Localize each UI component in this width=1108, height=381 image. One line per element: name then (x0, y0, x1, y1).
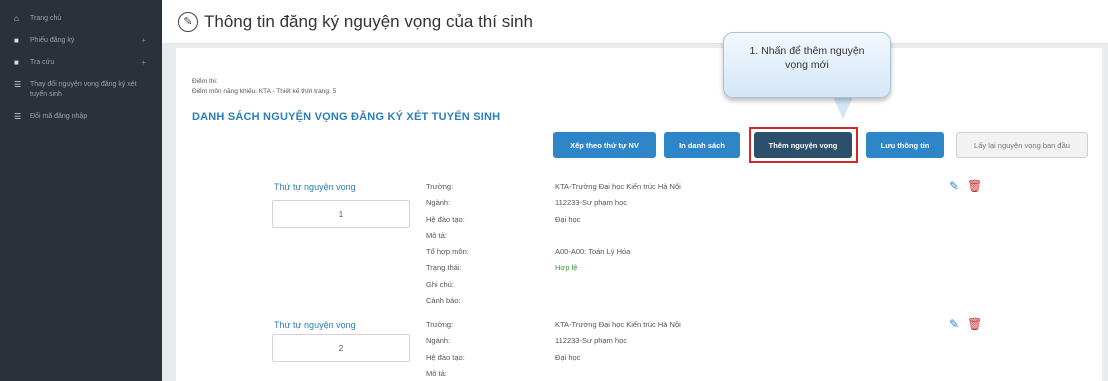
sidebar-item-home[interactable]: ⌂ Trang chủ (0, 8, 162, 30)
field-label: Hệ đào tạo: (426, 352, 465, 362)
exam-score-label: Điểm thi: (192, 78, 218, 85)
order-input[interactable]: 2 (272, 334, 410, 362)
field-value: Đại học (555, 214, 581, 224)
field-value: KTA-Trường Đại học Kiến trúc Hà Nội (555, 182, 681, 191)
status-value: Hợp lệ (555, 263, 578, 273)
sidebar-item-label: Tra cứu (30, 59, 55, 66)
sidebar-item-label: Trang chủ (30, 15, 62, 22)
field-label: Trạng thái: (426, 263, 462, 273)
restore-button[interactable]: Lấy lại nguyện vọng ban đầu (956, 132, 1088, 158)
list-icon: ☰ (14, 112, 22, 121)
record-actions: ✎ 🗑 (949, 179, 982, 193)
save-button[interactable]: Lưu thông tin (866, 132, 944, 158)
exam-info: Điểm thi: Điểm môn năng khiếu: KTA - Thi… (192, 77, 336, 97)
field-label: Tổ hợp môn: (426, 247, 469, 257)
edit-icon[interactable]: ✎ (949, 179, 959, 193)
field-value (555, 231, 681, 247)
field-label: Ngành: (426, 198, 451, 208)
field-labels: Trường: Ngành: Hệ đào tạo: Mô tả: (426, 320, 465, 381)
aptitude-score-label: Điểm môn năng khiếu: KTA - Thiết kế thời… (192, 88, 337, 95)
field-value: Đại học (555, 352, 581, 362)
order-label: Thứ tự nguyện vọng (274, 182, 356, 192)
sidebar-item-change-password[interactable]: ☰ Đổi mã đăng nhập (0, 106, 162, 128)
field-value (555, 280, 681, 296)
field-value: 112233-Sư phạm học (555, 336, 628, 346)
field-labels: Trường: Ngành: Hệ đào tạo: Mô tả: Tổ hợp… (426, 182, 469, 312)
sidebar: ⌂ Trang chủ ■ Phiếu đăng ký + ■ Tra cứu … (0, 0, 162, 381)
field-label: Mô tả: (426, 368, 447, 378)
callout-text: 1. Nhấn để thêm nguyện vọng mới (749, 45, 865, 71)
expand-plus-icon[interactable]: + (141, 58, 146, 68)
list-title: DANH SÁCH NGUYỆN VỌNG ĐĂNG KÝ XÉT TUYỂN … (192, 111, 501, 123)
field-value (555, 296, 681, 312)
field-value (555, 369, 681, 381)
home-icon: ⌂ (14, 14, 19, 23)
record-actions: ✎ 🗑 (949, 317, 982, 331)
field-label: Ngành: (426, 336, 451, 346)
main-panel: Điểm thi: Điểm môn năng khiếu: KTA - Thi… (176, 48, 1102, 381)
field-label: Ghi chú: (426, 279, 454, 289)
field-label: Cảnh báo: (426, 296, 461, 306)
sidebar-item-lookup[interactable]: ■ Tra cứu + (0, 52, 162, 74)
field-label: Mô tả: (426, 230, 447, 240)
field-label: Hệ đào tạo: (426, 214, 465, 224)
order-input[interactable]: 1 (272, 200, 410, 228)
field-values: KTA-Trường Đại học Kiến trúc Hà Nội 1122… (555, 182, 681, 312)
sidebar-item-registration[interactable]: ■ Phiếu đăng ký + (0, 30, 162, 52)
page-title: Thông tin đăng ký nguyện vọng của thí si… (204, 11, 533, 31)
folder-icon: ■ (14, 36, 19, 45)
field-value: A00-A00: Toán Lý Hóa (555, 247, 631, 257)
sidebar-item-change-wish[interactable]: ☰ Thay đổi nguyện vọng đăng ký xét tuyển… (0, 74, 162, 106)
edit-icon[interactable]: ✎ (949, 317, 959, 331)
field-value: 112233-Sư phạm học (555, 198, 628, 208)
print-button[interactable]: In danh sách (664, 132, 740, 158)
folder-icon: ■ (14, 58, 19, 67)
field-label: Trường: (426, 182, 454, 191)
sidebar-item-label: Đổi mã đăng nhập (30, 113, 88, 120)
expand-plus-icon[interactable]: + (141, 36, 146, 46)
callout-pointer (833, 97, 853, 119)
trash-icon[interactable]: 🗑 (967, 317, 982, 331)
highlight-box (749, 127, 858, 163)
field-value: KTA-Trường Đại học Kiến trúc Hà Nội (555, 320, 681, 329)
order-label: Thứ tự nguyện vọng (274, 320, 356, 330)
sort-button[interactable]: Xếp theo thứ tự NV (553, 132, 656, 158)
trash-icon[interactable]: 🗑 (967, 179, 982, 193)
field-label: Trường: (426, 320, 454, 329)
callout-bubble: 1. Nhấn để thêm nguyện vọng mới (723, 32, 891, 98)
list-icon: ☰ (14, 80, 22, 89)
sidebar-item-label: Thay đổi nguyện vọng đăng ký xét tuyển s… (30, 81, 137, 98)
edit-icon: ✎ (178, 11, 198, 32)
field-values: KTA-Trường Đại học Kiến trúc Hà Nội 1122… (555, 320, 681, 381)
sidebar-item-label: Phiếu đăng ký (30, 37, 75, 44)
page-header: ✎ Thông tin đăng ký nguyện vọng của thí … (162, 0, 1108, 44)
